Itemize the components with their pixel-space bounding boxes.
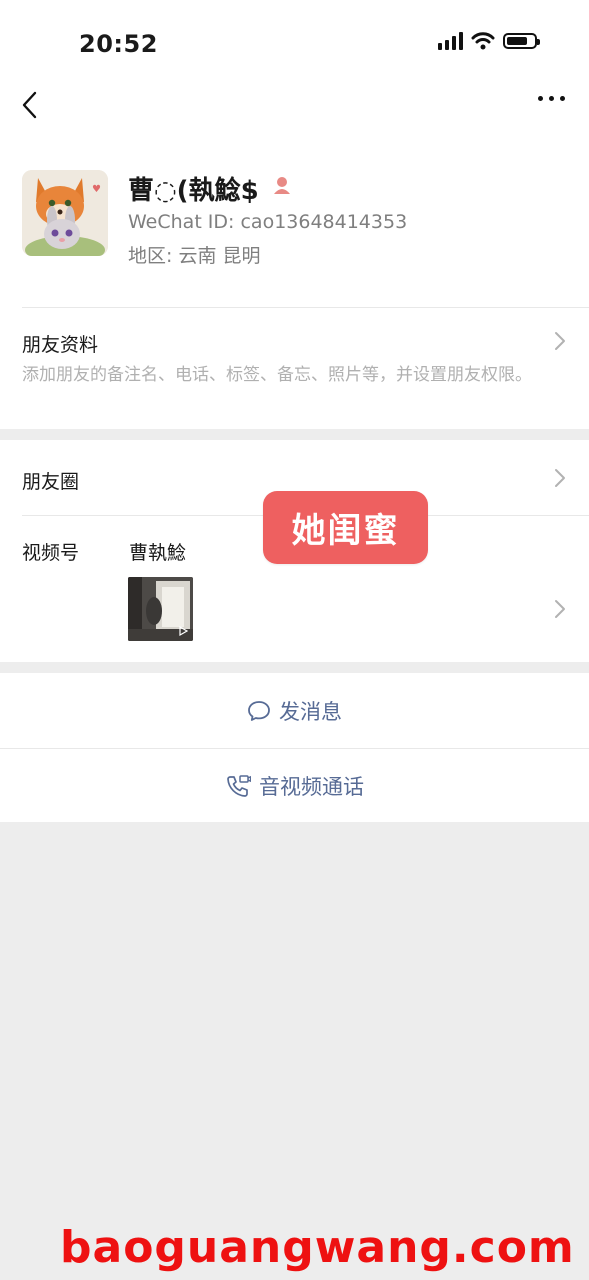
friend-info-title: 朋友资料 — [22, 334, 99, 356]
overlay-sticker: 她闺蜜 — [263, 491, 428, 564]
play-icon — [179, 626, 188, 636]
chevron-right-icon — [555, 332, 565, 350]
channels-title: 视频号 — [22, 542, 80, 564]
chevron-right-icon — [555, 600, 565, 618]
video-call-button[interactable]: 音视频通话 — [0, 749, 589, 822]
send-message-button[interactable]: 发消息 — [0, 673, 589, 748]
back-icon[interactable] — [18, 90, 42, 120]
profile-name: 曹◌(執鯰$ — [128, 176, 259, 206]
watermark: baoguangwang.com — [60, 1222, 575, 1273]
svg-text:♥: ♥ — [92, 184, 101, 195]
more-icon[interactable] — [538, 96, 565, 101]
chevron-right-icon — [555, 469, 565, 487]
section-gap — [0, 662, 589, 673]
signal-icon — [438, 32, 463, 50]
status-time: 20:52 — [79, 30, 158, 58]
friend-info-description: 添加朋友的备注名、电话、标签、备忘、照片等，并设置朋友权限。 — [22, 365, 532, 385]
region: 地区: 云南 昆明 — [128, 245, 261, 267]
wechat-id: WeChat ID: cao13648414353 — [128, 211, 408, 233]
video-call-label: 音视频通话 — [259, 774, 364, 799]
send-message-label: 发消息 — [279, 699, 342, 724]
channel-name: 曹執鯰 — [129, 542, 187, 564]
wifi-icon — [471, 32, 495, 50]
gender-icon — [274, 177, 290, 194]
phone-icon — [227, 774, 251, 797]
video-thumbnail[interactable] — [128, 577, 193, 641]
battery-icon — [503, 33, 540, 49]
moments-title: 朋友圈 — [22, 471, 80, 493]
message-icon — [248, 700, 270, 721]
avatar[interactable]: ♥ — [22, 170, 108, 256]
section-gap — [0, 429, 589, 440]
status-icons — [438, 32, 540, 50]
